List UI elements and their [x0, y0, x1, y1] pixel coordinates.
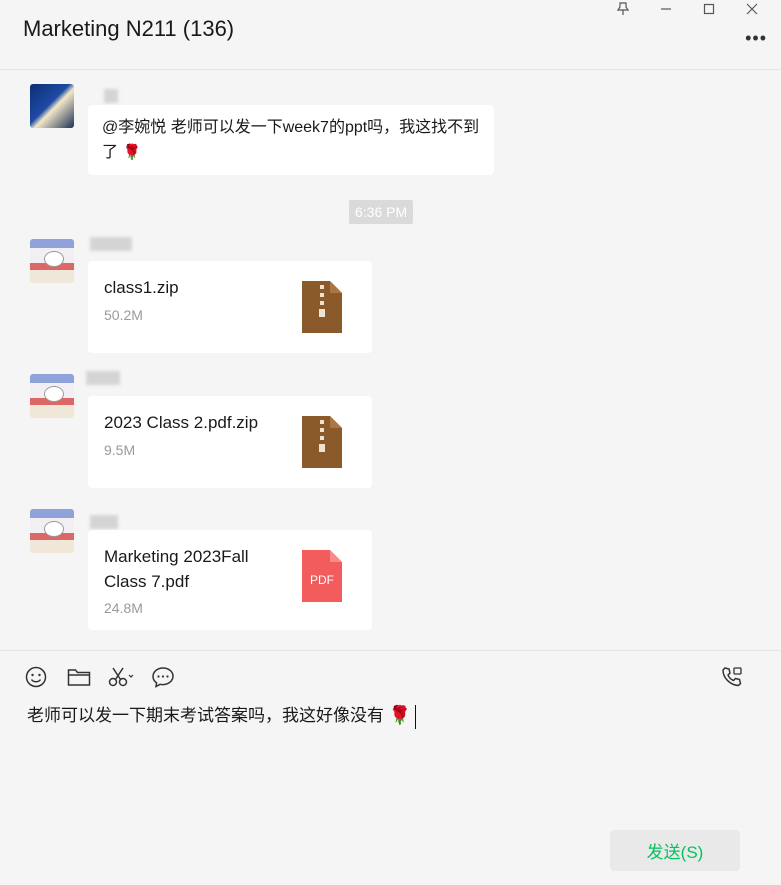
chat-title: Marketing N211 (136): [23, 16, 235, 41]
avatar[interactable]: [30, 84, 74, 128]
rose-emoji: 🌹: [388, 705, 412, 725]
file-message[interactable]: 2023 Class 2.pdf.zip 9.5M: [88, 396, 372, 488]
sender-name: [86, 371, 120, 385]
file-size: 9.5M: [104, 442, 136, 458]
avatar[interactable]: [30, 509, 74, 553]
file-size: 50.2M: [104, 307, 143, 323]
sender-name: [90, 237, 132, 251]
file-size: 24.8M: [104, 600, 143, 616]
file-name: Marketing 2023Fall Class 7.pdf: [104, 547, 249, 591]
file-message[interactable]: Marketing 2023Fall Class 7.pdf 24.8M PDF: [88, 530, 372, 630]
sender-name: [104, 89, 118, 103]
maximize-icon[interactable]: [687, 0, 730, 18]
pin-icon[interactable]: [601, 0, 644, 18]
chat-history-icon[interactable]: [151, 665, 175, 689]
composer-toolbar: [0, 660, 781, 694]
text-message[interactable]: @李婉悦 老师可以发一下week7的ppt吗，我这找不到了 🌹: [88, 105, 494, 175]
zip-icon: [302, 281, 342, 333]
close-icon[interactable]: [730, 0, 773, 18]
pdf-icon-label: PDF: [310, 573, 334, 587]
rose-emoji: 🌹: [122, 144, 142, 161]
avatar[interactable]: [30, 239, 74, 283]
file-name: class1.zip: [104, 278, 179, 297]
composer-divider: [0, 650, 781, 651]
message-input[interactable]: 老师可以发一下期末考试答案吗，我这好像没有 🌹: [27, 700, 747, 810]
chat-window: Marketing N211 (136) ••• @李婉悦 老师可以发一下wee…: [0, 0, 781, 885]
more-icon[interactable]: •••: [745, 28, 767, 49]
timestamp: 6:36 PM: [349, 200, 414, 224]
chat-header: Marketing N211 (136) •••: [0, 0, 781, 70]
draft-text: 老师可以发一下期末考试答案吗，我这好像没有: [27, 706, 384, 725]
avatar[interactable]: [30, 374, 74, 418]
voice-call-icon[interactable]: [720, 665, 744, 689]
zip-icon: [302, 416, 342, 468]
message-list[interactable]: @李婉悦 老师可以发一下week7的ppt吗，我这找不到了 🌹 6:36 PM …: [0, 71, 781, 649]
folder-icon[interactable]: [67, 665, 91, 689]
sender-name: [90, 515, 118, 529]
emoji-icon[interactable]: [24, 665, 48, 689]
window-controls: [601, 0, 773, 18]
minimize-icon[interactable]: [644, 0, 687, 18]
file-name: 2023 Class 2.pdf.zip: [104, 413, 259, 432]
screenshot-icon[interactable]: [108, 665, 136, 689]
text-caret: [415, 704, 417, 729]
file-message[interactable]: class1.zip 50.2M: [88, 261, 372, 353]
message-text: @李婉悦 老师可以发一下week7的ppt吗，我这找不到了: [102, 119, 480, 161]
send-button[interactable]: 发送(S): [610, 830, 740, 871]
pdf-icon: PDF: [302, 550, 342, 602]
